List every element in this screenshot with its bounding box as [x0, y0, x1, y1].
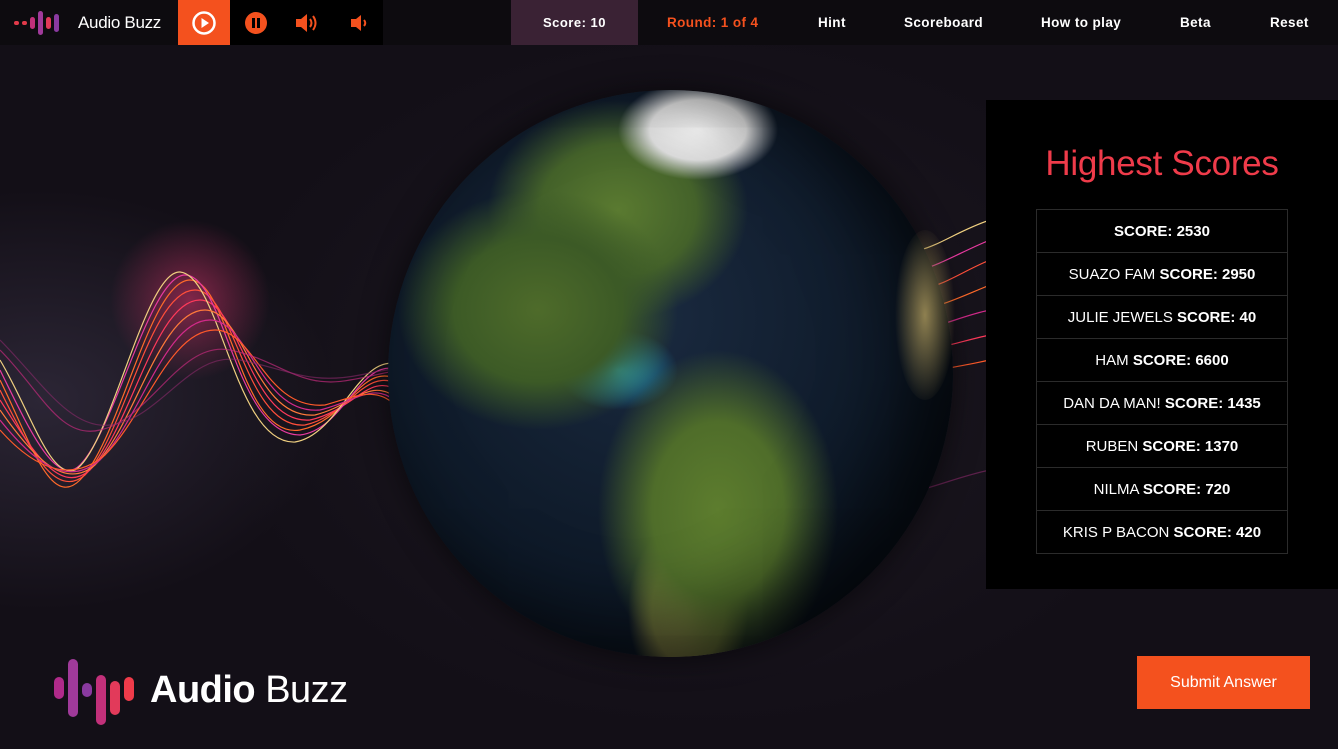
score-value: 1435: [1227, 394, 1261, 412]
score-label: SCORE:: [1142, 437, 1201, 455]
score-value: 6600: [1195, 351, 1229, 369]
nav-beta[interactable]: Beta: [1180, 0, 1211, 45]
score-label: SCORE:: [1114, 222, 1173, 240]
score-label: SCORE:: [1159, 265, 1218, 283]
globe-highlight: [895, 230, 955, 400]
footer-logo-text: Audio Buzz: [150, 669, 348, 712]
score-value: 720: [1205, 480, 1231, 498]
current-score: Score: 10: [511, 0, 638, 45]
top-navigation-bar: Audio Buzz Score: 10 Round: 1 of 4 Hint …: [0, 0, 1338, 45]
score-row: DAN DA MAN! SCORE: 1435: [1036, 381, 1288, 425]
audio-buzz-logo-icon: [14, 10, 59, 35]
player-name: KRIS P BACON: [1062, 523, 1170, 541]
footer-logo-bold: Audio: [150, 668, 256, 711]
brand-name: Audio Buzz: [78, 12, 161, 32]
score-value: 420: [1236, 523, 1262, 541]
game-scene: Audio Buzz Score: 10 Round: 1 of 4 Hint …: [0, 0, 1338, 749]
nav-how-to-play[interactable]: How to play: [1041, 0, 1121, 45]
player-name: HAM: [1095, 351, 1129, 369]
round-indicator: Round: 1 of 4: [667, 15, 759, 30]
score-value: 2950: [1222, 265, 1256, 283]
score-row: KRIS P BACON SCORE: 420: [1036, 510, 1288, 554]
audio-buzz-logo-icon: [54, 659, 134, 725]
footer-logo-light: Buzz: [255, 668, 348, 711]
scores-table: SCORE: 2530 SUAZO FAM SCORE: 2950 JULIE …: [1036, 209, 1288, 554]
brand[interactable]: Audio Buzz: [0, 0, 178, 45]
player-name: SUAZO FAM: [1068, 265, 1156, 283]
footer-logo: Audio Buzz: [54, 655, 348, 725]
player-name: NILMA: [1093, 480, 1139, 498]
volume-up-button[interactable]: [282, 0, 334, 45]
score-label: SCORE:: [1173, 523, 1232, 541]
earth-globe[interactable]: [388, 90, 953, 657]
nav-reset[interactable]: Reset: [1270, 0, 1309, 45]
nav-hint[interactable]: Hint: [818, 0, 846, 45]
submit-answer-button[interactable]: Submit Answer: [1137, 656, 1310, 709]
pause-button[interactable]: [230, 0, 282, 45]
player-name: RUBEN: [1085, 437, 1139, 455]
score-row: SCORE: 2530: [1036, 209, 1288, 253]
volume-up-icon: [296, 13, 317, 32]
play-button[interactable]: [178, 0, 230, 45]
player-name: DAN DA MAN!: [1063, 394, 1161, 412]
score-row: NILMA SCORE: 720: [1036, 467, 1288, 511]
score-value: 40: [1239, 308, 1257, 326]
score-label: SCORE:: [1142, 480, 1202, 498]
score-row: JULIE JEWELS SCORE: 40: [1036, 295, 1288, 339]
score-label: SCORE:: [1177, 308, 1236, 326]
play-circle-icon: [192, 10, 216, 35]
score-row: SUAZO FAM SCORE: 2950: [1036, 252, 1288, 296]
sound-wave-graphic-left: [0, 220, 400, 488]
score-value: 1370: [1204, 437, 1239, 455]
scores-title: Highest Scores: [1045, 144, 1279, 183]
volume-down-icon: [350, 14, 366, 31]
highest-scores-panel: Highest Scores SCORE: 2530 SUAZO FAM SCO…: [986, 100, 1338, 589]
volume-down-button[interactable]: [334, 0, 383, 45]
score-value: 2530: [1176, 222, 1210, 240]
score-row: RUBEN SCORE: 1370: [1036, 424, 1288, 468]
score-row: HAM SCORE: 6600: [1036, 338, 1288, 382]
pause-circle-icon: [245, 11, 267, 34]
nav-scoreboard[interactable]: Scoreboard: [904, 0, 983, 45]
score-label: SCORE:: [1164, 394, 1224, 412]
score-label: SCORE:: [1132, 351, 1192, 369]
player-name: JULIE JEWELS: [1067, 308, 1173, 326]
